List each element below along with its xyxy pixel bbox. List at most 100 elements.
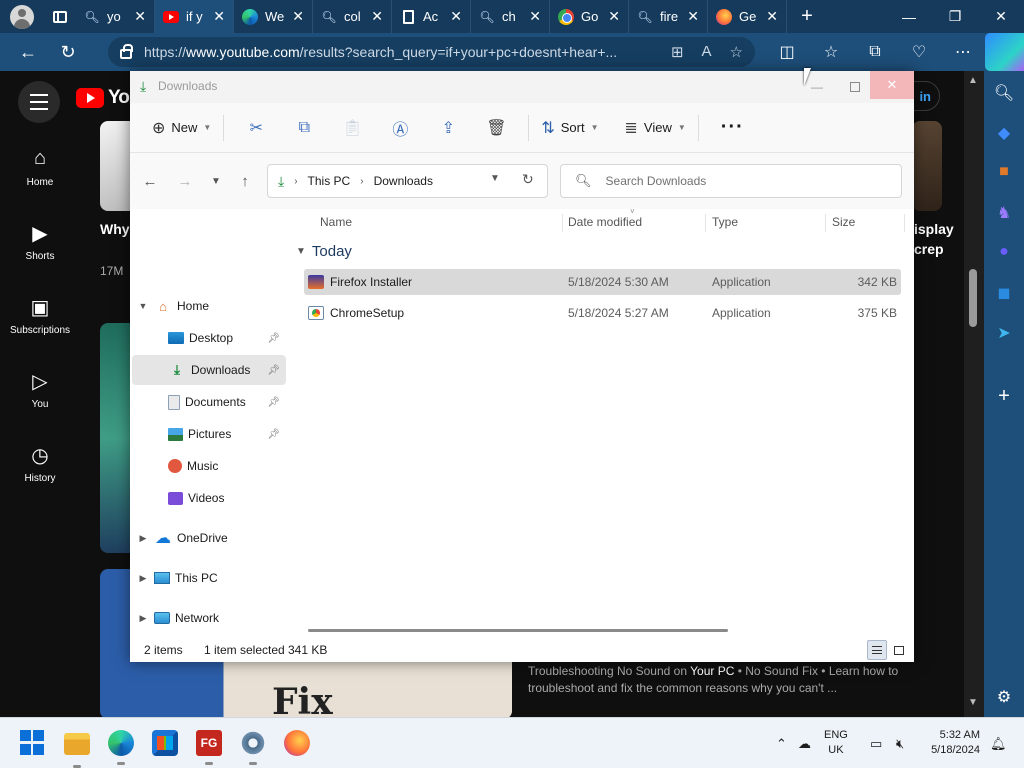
sidebar-send-icon[interactable]: ➤ — [984, 323, 1024, 343]
nav-item-videos[interactable]: Videos — [132, 483, 286, 513]
close-button[interactable]: ✕ — [978, 0, 1024, 33]
nav-item-this-pc[interactable]: ▶ This PC — [132, 563, 286, 593]
notifications-icon[interactable]: 🔔︎ — [990, 718, 1007, 768]
split-screen-button[interactable]: ◫ — [765, 33, 809, 71]
breadcrumb-downloads[interactable]: Downloads — [374, 174, 433, 188]
tab-6[interactable]: Go ✕ — [550, 0, 629, 33]
more-options-button[interactable]: ··· — [707, 116, 758, 139]
copilot-button[interactable] — [985, 33, 1024, 71]
close-button[interactable]: ✕ — [870, 71, 914, 99]
network-status-icon[interactable]: ☁ — [798, 718, 811, 768]
large-icons-view-button[interactable] — [889, 640, 909, 660]
profile-button[interactable] — [0, 0, 44, 33]
maximize-button[interactable] — [836, 71, 874, 103]
video-thumbnail[interactable] — [912, 121, 942, 211]
sidebar-tools-icon[interactable]: ■ — [984, 163, 1024, 181]
rail-item-subscriptions[interactable]: ▣ Subscriptions — [0, 295, 80, 336]
close-tab-icon[interactable]: ✕ — [213, 8, 225, 25]
video-title[interactable]: Why — [100, 221, 130, 237]
copy-button[interactable]: ⧉ — [280, 112, 328, 144]
rename-button[interactable]: Ⓐ — [376, 112, 424, 144]
page-scrollbar[interactable]: ▲ ▼ — [964, 71, 984, 717]
nav-item-documents[interactable]: Documents 📌︎ — [132, 387, 286, 417]
nav-item-desktop[interactable]: Desktop 📌︎ — [132, 323, 286, 353]
sidebar-add-icon[interactable]: + — [984, 385, 1024, 408]
restore-button[interactable]: ❐ — [932, 0, 978, 33]
hamburger-menu-button[interactable] — [18, 81, 60, 123]
sidebar-copilot-icon[interactable]: ● — [984, 243, 1024, 261]
settings-more-button[interactable]: ⋯ — [941, 33, 985, 71]
explorer-title-bar[interactable]: ⤓ Downloads — ✕ — [130, 71, 914, 103]
read-aloud-icon[interactable]: A — [702, 43, 712, 61]
scrollbar-thumb[interactable] — [969, 269, 977, 327]
forward-button[interactable]: → — [171, 168, 199, 194]
delete-button[interactable]: 🗑︎ — [472, 112, 520, 144]
close-tab-icon[interactable]: ✕ — [766, 8, 778, 25]
volume-muted-icon[interactable]: 🔇︎ — [896, 718, 904, 768]
back-button[interactable]: ← — [8, 33, 48, 71]
video-title[interactable]: isplay — [914, 221, 954, 237]
sidebar-search-icon[interactable]: 🔍︎ — [984, 83, 1024, 103]
tab-7[interactable]: 🔍︎ fire ✕ — [629, 0, 708, 33]
firefox-taskbar-icon[interactable] — [284, 730, 310, 756]
nav-item-onedrive[interactable]: ▶ ☁ OneDrive — [132, 523, 286, 553]
group-header-today[interactable]: ▼ Today — [296, 243, 352, 260]
file-explorer-taskbar-icon[interactable] — [64, 733, 90, 768]
cut-button[interactable]: ✂ — [232, 112, 280, 144]
chevron-right-icon[interactable]: ▶ — [132, 613, 154, 624]
column-header-name[interactable]: Name — [312, 209, 352, 235]
minimize-button[interactable]: — — [886, 0, 932, 33]
show-hidden-icons-button[interactable]: ⌃ — [776, 718, 787, 768]
refresh-button[interactable]: ↻ — [48, 33, 88, 71]
close-tab-icon[interactable]: ✕ — [292, 8, 304, 25]
new-tab-button[interactable]: + — [787, 5, 827, 28]
nav-item-downloads[interactable]: ⤓ Downloads 📌︎ — [132, 355, 286, 385]
collections-button[interactable]: ⧉ — [853, 33, 897, 71]
close-tab-icon[interactable]: ✕ — [529, 8, 541, 25]
rail-item-you[interactable]: ▷ You — [0, 369, 80, 410]
app-taskbar-icon[interactable]: FG — [196, 730, 222, 765]
address-bar[interactable]: https://www.youtube.com/results?search_q… — [108, 37, 755, 67]
store-taskbar-icon[interactable] — [152, 730, 178, 756]
share-button[interactable]: ⇪ — [424, 112, 472, 144]
column-header-type[interactable]: Type — [704, 209, 738, 235]
column-header-size[interactable]: Size — [824, 209, 855, 235]
refresh-icon[interactable]: ↻ — [522, 171, 534, 188]
sidebar-settings-icon[interactable]: ⚙ — [984, 687, 1024, 707]
scroll-down-icon[interactable]: ▼ — [968, 697, 978, 708]
tab-5[interactable]: 🔍︎ ch ✕ — [471, 0, 550, 33]
chevron-right-icon[interactable]: ▶ — [132, 533, 154, 544]
app-available-icon[interactable]: ⊞ — [671, 43, 684, 61]
back-button[interactable]: ← — [136, 168, 164, 194]
close-tab-icon[interactable]: ✕ — [687, 8, 699, 25]
favorite-star-icon[interactable]: ☆ — [730, 43, 743, 61]
sidebar-shopping-icon[interactable]: ◆ — [984, 123, 1024, 143]
file-row[interactable]: Firefox Installer 5/18/2024 5:30 AM Appl… — [304, 269, 901, 295]
rail-item-history[interactable]: ◷ History — [0, 443, 80, 484]
view-button[interactable]: ≣ View ▼ — [621, 112, 690, 144]
settings-taskbar-icon[interactable] — [240, 730, 266, 765]
sort-button[interactable]: ⇅ Sort ▼ — [537, 112, 602, 144]
breadcrumb-this-pc[interactable]: This PC — [308, 174, 351, 188]
rail-item-home[interactable]: ⌂ Home — [0, 147, 80, 188]
details-view-button[interactable] — [867, 640, 887, 660]
nav-item-network[interactable]: ▶ Network — [132, 603, 286, 633]
rail-item-shorts[interactable]: ▶ Shorts — [0, 221, 80, 262]
monitor-icon[interactable]: ▭ — [870, 718, 882, 768]
browser-essentials-button[interactable]: ♡ — [897, 33, 941, 71]
close-tab-icon[interactable]: ✕ — [450, 8, 462, 25]
close-tab-icon[interactable]: ✕ — [371, 8, 383, 25]
tab-3[interactable]: 🔍︎ col ✕ — [313, 0, 392, 33]
horizontal-scrollbar[interactable] — [308, 629, 728, 632]
scroll-up-icon[interactable]: ▲ — [968, 75, 978, 86]
chevron-down-icon[interactable]: ▼ — [132, 301, 154, 311]
tab-1[interactable]: if y ✕ — [155, 0, 234, 33]
tab-4[interactable]: Ac ✕ — [392, 0, 471, 33]
language-indicator[interactable]: ENG UK — [824, 728, 848, 758]
search-input[interactable] — [605, 174, 886, 188]
chevron-down-icon[interactable]: ▼ — [490, 173, 500, 184]
file-row[interactable]: ChromeSetup 5/18/2024 5:27 AM Applicatio… — [304, 300, 901, 326]
up-button[interactable]: ↑ — [231, 168, 259, 194]
url-text[interactable]: https://www.youtube.com/results?search_q… — [144, 44, 659, 60]
nav-item-music[interactable]: Music — [132, 451, 286, 481]
